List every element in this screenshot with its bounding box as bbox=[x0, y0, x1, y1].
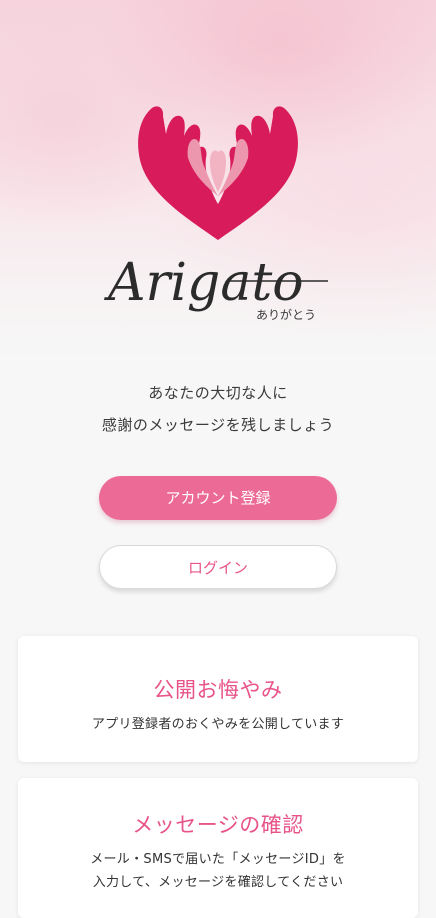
brand-name: Arigato bbox=[104, 253, 304, 313]
card-description: アプリ登録者のおくやみを公開しています bbox=[91, 717, 345, 732]
tagline-line-2: 感謝のメッセージを残しましょう bbox=[101, 416, 335, 434]
card-description-line-2: 入力して、メッセージを確認してください bbox=[92, 875, 344, 890]
card-description: メール・SMSで届いた「メッセージID」を 入力して、メッセージを確認してくださ… bbox=[18, 848, 418, 894]
brand-subtitle: ありがとう bbox=[256, 307, 316, 322]
arigato-wordmark: Arigato ありがとう bbox=[100, 245, 340, 340]
hands-heart-logo bbox=[130, 100, 306, 250]
register-account-button[interactable]: アカウント登録 bbox=[99, 476, 337, 520]
message-check-card[interactable]: メッセージの確認 メール・SMSで届いた「メッセージID」を 入力して、メッセー… bbox=[18, 778, 418, 918]
tagline-line-1: あなたの大切な人に bbox=[148, 384, 288, 402]
public-condolences-card[interactable]: 公開お悔やみ アプリ登録者のおくやみを公開しています bbox=[18, 636, 418, 762]
card-title: メッセージの確認 bbox=[132, 813, 304, 837]
heart-hands-icon bbox=[138, 106, 298, 240]
login-button[interactable]: ログイン bbox=[99, 545, 337, 589]
card-description-line-1: メール・SMSで届いた「メッセージID」を bbox=[90, 852, 346, 867]
card-title: 公開お悔やみ bbox=[153, 678, 283, 702]
